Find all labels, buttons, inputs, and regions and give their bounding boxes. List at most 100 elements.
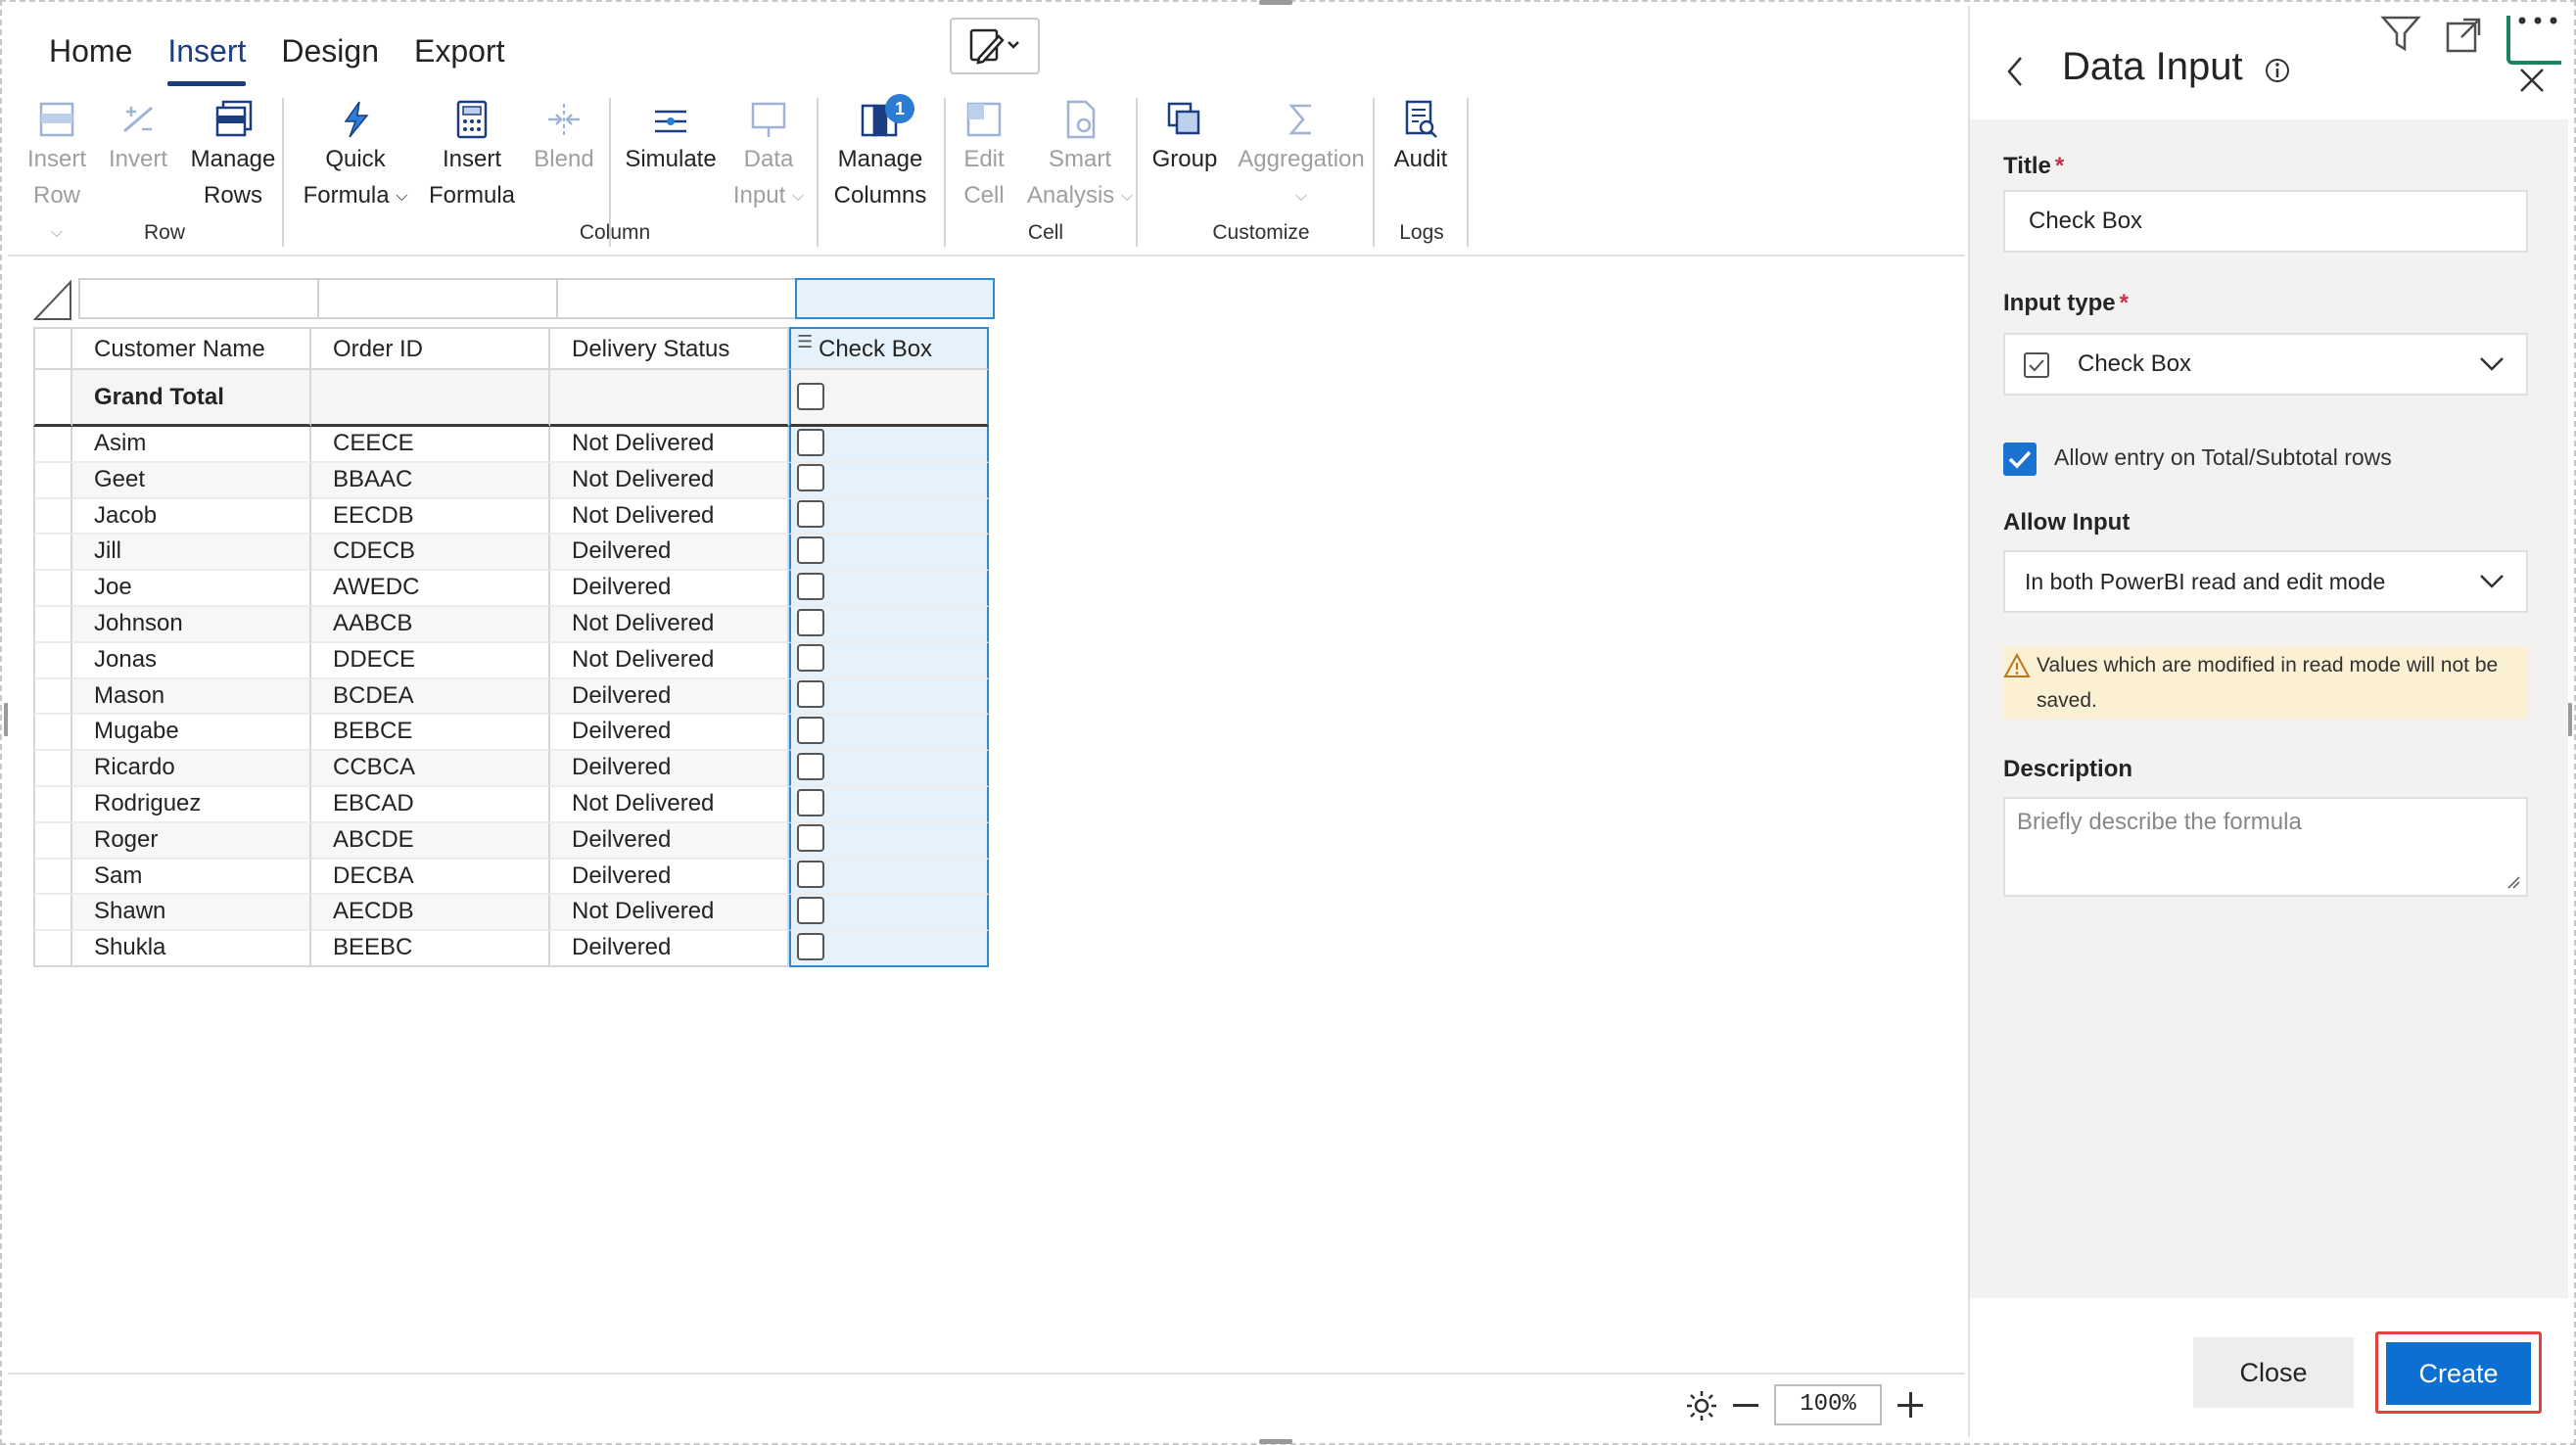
- tab-home[interactable]: Home: [33, 27, 152, 82]
- row-header-cell[interactable]: [33, 462, 72, 499]
- tab-export[interactable]: Export: [398, 27, 524, 82]
- audit-button[interactable]: Audit: [1381, 98, 1461, 177]
- row-header-cell[interactable]: [33, 427, 72, 463]
- data-input-button[interactable]: Data Input ⌵: [726, 98, 811, 214]
- row-header-cell[interactable]: [33, 931, 72, 967]
- row-checkbox[interactable]: [797, 644, 824, 673]
- customer-name-cell[interactable]: Sam: [72, 859, 311, 896]
- input-type-dropdown[interactable]: Check Box: [2003, 333, 2528, 396]
- row-checkbox[interactable]: [797, 717, 824, 745]
- delivery-status-cell[interactable]: Deilvered: [550, 751, 789, 787]
- customer-name-cell[interactable]: Jill: [72, 535, 311, 572]
- manage-columns-button[interactable]: Manage Columns 1: [824, 94, 936, 213]
- close-button[interactable]: Close: [2193, 1337, 2354, 1408]
- zoom-level-input[interactable]: 100%: [1774, 1384, 1882, 1425]
- resize-handle-top[interactable]: [1259, 0, 1292, 5]
- close-icon[interactable]: [2518, 67, 2546, 94]
- order-id-cell[interactable]: EECDB: [311, 498, 550, 536]
- order-id-cell[interactable]: AECDB: [311, 895, 550, 932]
- row-checkbox[interactable]: [797, 932, 824, 960]
- row-checkbox[interactable]: [797, 536, 824, 565]
- order-id-cell[interactable]: DDECE: [311, 642, 550, 679]
- row-header-cell[interactable]: [33, 715, 72, 752]
- row-checkbox[interactable]: [797, 861, 824, 889]
- delivery-status-cell[interactable]: Deilvered: [550, 715, 789, 752]
- simulate-button[interactable]: Simulate: [615, 98, 726, 177]
- column-header-check-box[interactable]: ☰ Check Box: [789, 327, 989, 370]
- back-arrow-icon[interactable]: [2005, 55, 2025, 88]
- order-id-cell[interactable]: AWEDC: [311, 571, 550, 607]
- filter-cell[interactable]: [78, 278, 317, 319]
- order-id-cell[interactable]: AABCB: [311, 606, 550, 643]
- row-checkbox[interactable]: [797, 897, 824, 925]
- delivery-status-cell[interactable]: Not Delivered: [550, 786, 789, 823]
- delivery-status-cell[interactable]: Not Delivered: [550, 642, 789, 679]
- row-checkbox[interactable]: [797, 824, 824, 853]
- column-header-customer-name[interactable]: Customer Name: [72, 327, 311, 370]
- order-id-cell[interactable]: CCBCA: [311, 751, 550, 787]
- column-header-delivery-status[interactable]: Delivery Status: [550, 327, 789, 370]
- allow-total-rows-checkbox[interactable]: [2003, 443, 2037, 476]
- tab-design[interactable]: Design: [265, 27, 398, 82]
- zoom-in-icon[interactable]: [1897, 1392, 1923, 1418]
- customer-name-cell[interactable]: Ricardo: [72, 751, 311, 787]
- delivery-status-cell[interactable]: Deilvered: [550, 931, 789, 967]
- row-header-cell[interactable]: [33, 535, 72, 572]
- row-checkbox[interactable]: [797, 500, 824, 529]
- smart-analysis-button[interactable]: Smart Analysis ⌵: [1026, 98, 1134, 214]
- edit-cell-button[interactable]: Edit Cell: [950, 98, 1018, 213]
- delivery-status-cell[interactable]: Deilvered: [550, 822, 789, 860]
- filter-icon[interactable]: [2379, 12, 2422, 55]
- delivery-status-cell[interactable]: Deilvered: [550, 535, 789, 572]
- row-checkbox[interactable]: [797, 464, 824, 492]
- resize-grip-icon[interactable]: [2506, 875, 2520, 889]
- order-id-cell[interactable]: BEBCE: [311, 715, 550, 752]
- delivery-status-cell[interactable]: Deilvered: [550, 571, 789, 607]
- row-checkbox[interactable]: [797, 752, 824, 780]
- create-button[interactable]: Create: [2386, 1342, 2531, 1405]
- allow-total-rows-label[interactable]: Allow entry on Total/Subtotal rows: [2054, 444, 2392, 471]
- column-menu-icon[interactable]: ☰: [797, 329, 815, 354]
- customer-name-cell[interactable]: Jacob: [72, 498, 311, 536]
- row-header-cell[interactable]: [33, 571, 72, 607]
- filter-cell[interactable]: [317, 278, 556, 319]
- quick-formula-button[interactable]: Quick Formula ⌵: [300, 98, 411, 214]
- delivery-status-cell[interactable]: Not Delivered: [550, 895, 789, 932]
- delivery-status-cell[interactable]: Not Delivered: [550, 498, 789, 536]
- tab-insert[interactable]: Insert: [152, 27, 265, 86]
- invert-button[interactable]: Invert: [104, 98, 172, 177]
- row-checkbox[interactable]: [797, 428, 824, 456]
- column-header-order-id[interactable]: Order ID: [311, 327, 550, 370]
- title-input[interactable]: [2003, 190, 2528, 253]
- order-id-cell[interactable]: ABCDE: [311, 822, 550, 860]
- customer-name-cell[interactable]: Roger: [72, 822, 311, 860]
- row-checkbox[interactable]: [797, 608, 824, 636]
- filter-cell[interactable]: [556, 278, 795, 319]
- description-textarea[interactable]: [2005, 799, 2526, 895]
- info-icon[interactable]: [2264, 57, 2291, 84]
- customer-name-cell[interactable]: Johnson: [72, 606, 311, 643]
- grand-total-checkbox[interactable]: [797, 382, 824, 410]
- customer-name-cell[interactable]: Geet: [72, 462, 311, 499]
- aggregation-button[interactable]: Aggregation ⌵: [1232, 98, 1371, 214]
- order-id-cell[interactable]: BBAAC: [311, 462, 550, 499]
- row-checkbox[interactable]: [797, 788, 824, 816]
- delivery-status-cell[interactable]: Not Delivered: [550, 462, 789, 499]
- delivery-status-cell[interactable]: Deilvered: [550, 678, 789, 716]
- order-id-cell[interactable]: CEECE: [311, 427, 550, 463]
- order-id-cell[interactable]: BCDEA: [311, 678, 550, 716]
- customer-name-cell[interactable]: Asim: [72, 427, 311, 463]
- customer-name-cell[interactable]: Jonas: [72, 642, 311, 679]
- resize-handle-bottom[interactable]: [1259, 1439, 1292, 1444]
- customer-name-cell[interactable]: Rodriguez: [72, 786, 311, 823]
- row-header-cell[interactable]: [33, 895, 72, 932]
- customer-name-cell[interactable]: Shawn: [72, 895, 311, 932]
- row-checkbox[interactable]: [797, 572, 824, 600]
- row-header-cell[interactable]: [33, 606, 72, 643]
- format-painter-button[interactable]: [950, 18, 1040, 74]
- row-header-cell[interactable]: [33, 786, 72, 823]
- row-header-cell[interactable]: [33, 678, 72, 716]
- group-button[interactable]: Group: [1144, 98, 1226, 177]
- insert-formula-button[interactable]: Insert Formula: [423, 98, 521, 213]
- delivery-status-cell[interactable]: Deilvered: [550, 859, 789, 896]
